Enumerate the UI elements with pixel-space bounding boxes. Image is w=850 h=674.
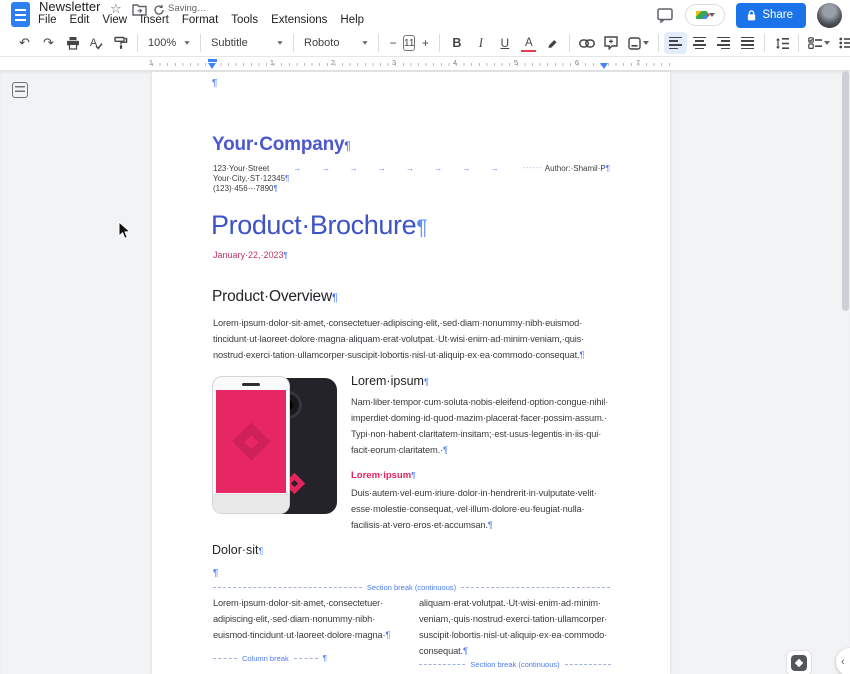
ruler-ticks xyxy=(152,63,670,66)
font-size-increase-button[interactable]: + xyxy=(416,32,434,54)
italic-button[interactable]: I xyxy=(469,32,492,54)
explore-icon xyxy=(791,655,807,671)
highlight-color-button[interactable] xyxy=(541,32,564,54)
titlebar: Newsletter ☆ Saving… File Edit View Inse… xyxy=(0,0,850,30)
font-size-field[interactable]: 11 xyxy=(403,35,416,51)
menu-extensions[interactable]: Extensions xyxy=(271,14,327,26)
explore-button[interactable] xyxy=(786,650,812,674)
align-justify-button[interactable] xyxy=(736,32,759,54)
side-panel-toggle[interactable]: ‹ xyxy=(836,648,850,674)
address-block[interactable]: 123·​Your·​Street → → → → → → → → ------ Author… xyxy=(213,164,610,194)
font-family-select[interactable]: Roboto xyxy=(299,32,373,54)
menu-view[interactable]: View xyxy=(102,14,127,26)
paint-format-button[interactable] xyxy=(109,32,132,54)
column-left-paragraph[interactable]: Lorem·​ipsum·​dolor·​sit·​amet,·​consect… xyxy=(213,596,399,646)
document-main-title[interactable]: Product·​Brochure¶ xyxy=(211,210,427,241)
dolor-heading[interactable]: Dolor·​sit¶ xyxy=(212,543,263,557)
show-outline-button[interactable] xyxy=(12,82,28,98)
align-left-button[interactable] xyxy=(664,32,688,54)
bold-button[interactable]: B xyxy=(445,32,468,54)
left-indent-marker[interactable] xyxy=(208,63,216,69)
paragraph-mark: ¶ xyxy=(605,164,610,173)
paragraph-mark: ¶ xyxy=(416,216,428,239)
menu-tools[interactable]: Tools xyxy=(231,14,258,26)
spellcheck-button[interactable]: A xyxy=(85,32,108,54)
toolbar: ↶ ↷ A 100% Subtitle Roboto − 11 + B I U … xyxy=(0,30,850,57)
bulleted-list-button[interactable] xyxy=(835,32,850,54)
overview-paragraph[interactable]: Lorem·​ipsum·​dolor·​sit·​amet,·​consect… xyxy=(213,316,611,368)
feature2-heading[interactable]: Lorem·​ipsum¶ xyxy=(351,470,415,481)
phone-logo-screen xyxy=(231,422,271,461)
meet-camera-icon xyxy=(695,11,710,19)
comments-icon[interactable] xyxy=(657,7,674,23)
phone-product-image[interactable] xyxy=(212,374,338,518)
tab-marks: → → → → → → → → xyxy=(293,164,499,173)
right-indent-marker[interactable] xyxy=(600,63,608,69)
menubar: File Edit View Insert Format Tools Exten… xyxy=(38,14,364,26)
menu-file[interactable]: File xyxy=(38,14,57,26)
address-line-3: (123)·​456·​-·​7890¶ xyxy=(213,184,278,193)
feature2-paragraph[interactable]: Duis·​autem·​vel·​eum·​iriure·​dolor·​in… xyxy=(351,486,611,536)
font-size-decrease-button[interactable]: − xyxy=(384,32,402,54)
menu-edit[interactable]: Edit xyxy=(70,14,90,26)
section-break-marker: Section break (continuous) xyxy=(419,660,611,669)
docs-logo[interactable] xyxy=(11,2,30,27)
underline-button[interactable]: U xyxy=(493,32,516,54)
feature1-paragraph[interactable]: Nam·​liber·​tempor·​cum·​soluta·​nobis·​… xyxy=(351,395,611,461)
saving-status: Saving… xyxy=(168,3,207,14)
date-line[interactable]: January·​22,·​2023¶ xyxy=(213,250,288,260)
column-right-paragraph[interactable]: aliquam·​erat·​volutpat.·​Ut·​wisi·​enim… xyxy=(419,596,611,662)
lock-icon xyxy=(748,9,756,20)
text-color-button[interactable]: A xyxy=(517,32,540,54)
address-line-1: 123·​Your·​Street → → → → → → → → ------ Author… xyxy=(213,164,610,173)
menu-insert[interactable]: Insert xyxy=(140,14,169,26)
company-name-heading[interactable]: Your·​Company¶ xyxy=(212,134,351,156)
meet-button[interactable] xyxy=(685,4,726,26)
align-right-button[interactable] xyxy=(712,32,735,54)
checklist-button[interactable] xyxy=(804,32,834,54)
document-title[interactable]: Newsletter xyxy=(39,0,100,14)
insert-image-button[interactable] xyxy=(623,32,653,54)
document-page[interactable]: ¶ Your·​Company¶ 123·​Your·​Street → → → → →… xyxy=(152,72,670,674)
share-label: Share xyxy=(762,9,793,21)
insert-link-button[interactable] xyxy=(575,32,598,54)
mouse-cursor xyxy=(118,221,131,239)
align-center-button[interactable] xyxy=(688,32,711,54)
vertical-scrollbar[interactable] xyxy=(842,71,849,311)
add-comment-button[interactable] xyxy=(599,32,622,54)
google-docs-app: Newsletter ☆ Saving… File Edit View Inse… xyxy=(0,0,850,674)
share-button[interactable]: Share xyxy=(736,2,806,28)
print-button[interactable] xyxy=(61,32,84,54)
column-break-marker: Column break ¶ xyxy=(213,654,339,663)
paragraph-mark: ¶ xyxy=(344,139,351,153)
menu-help[interactable]: Help xyxy=(340,14,364,26)
paragraph-mark: ¶ xyxy=(212,78,218,89)
section-break-marker: Section break (continuous) xyxy=(213,583,610,592)
document-canvas: ¶ Your·​Company¶ 123·​Your·​Street → → → → →… xyxy=(0,71,850,674)
overview-heading[interactable]: Product·​Overview¶ xyxy=(212,288,338,306)
tab-leader: ------ xyxy=(522,165,543,172)
first-line-indent-marker[interactable] xyxy=(208,59,217,62)
line-spacing-button[interactable] xyxy=(770,32,793,54)
ruler: 1 1 2 3 4 5 6 7 xyxy=(0,57,850,71)
phone-front-view xyxy=(212,376,290,514)
redo-button[interactable]: ↷ xyxy=(37,32,60,54)
phone-speaker xyxy=(242,383,260,386)
address-line-2: Your·​City,·​ST·​12345¶ xyxy=(213,174,290,183)
account-avatar[interactable] xyxy=(817,2,842,28)
paragraph-mark: ¶ xyxy=(213,568,219,579)
undo-button[interactable]: ↶ xyxy=(13,32,36,54)
zoom-select[interactable]: 100% xyxy=(143,32,195,54)
paragraph-style-select[interactable]: Subtitle xyxy=(206,32,288,54)
feature1-heading[interactable]: Lorem·​ipsum¶ xyxy=(351,374,429,388)
phone-screen xyxy=(216,390,286,493)
menu-format[interactable]: Format xyxy=(182,14,218,26)
phone-chin xyxy=(213,494,289,513)
